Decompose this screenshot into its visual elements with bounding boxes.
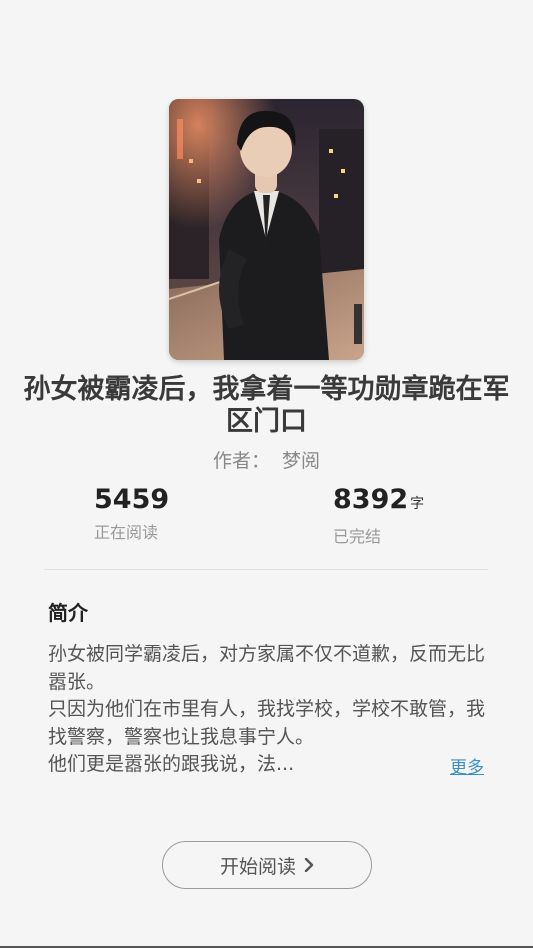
intro-paragraph: 孙女被同学霸凌后，对方家属不仅不道歉，反而无比嚣张。 [48,643,486,693]
intro-paragraph: 他们更是嚣张的跟我说，法... [48,753,295,775]
start-reading-label: 开始阅读 [219,855,296,878]
word-count-unit: 字 [410,496,425,512]
author-name[interactable]: 梦阅 [282,450,320,472]
cover-illustration [169,99,364,360]
reading-count-stat: 5459 正在阅读 [94,484,169,543]
intro-heading: 简介 [48,601,88,625]
book-title: 孙女被霸凌后，我拿着一等功勋章跪在军区门口 [23,374,510,437]
start-reading-button[interactable]: 开始阅读 [162,841,372,889]
intro-text: 孙女被同学霸凌后，对方家属不仅不道歉，反而无比嚣张。 只因为他们在市里有人，我找… [48,641,493,779]
divider [44,569,488,570]
author-line: 作者： 梦阅 [0,446,533,473]
completion-status: 已完结 [333,527,382,546]
more-link[interactable]: 更多 [450,753,484,778]
reading-count-label: 正在阅读 [94,523,159,542]
reading-count: 5459 [94,484,170,515]
author-label: 作者： [212,450,270,472]
book-cover [169,99,364,360]
chevron-right-icon [304,858,314,872]
word-count-stat: 8392 字 已完结 [333,484,424,547]
intro-paragraph: 只因为他们在市里有人，我找学校，学校不敢管，我找警察，警察也让我息事宁人。 [48,698,486,748]
word-count: 8392 [333,484,409,515]
